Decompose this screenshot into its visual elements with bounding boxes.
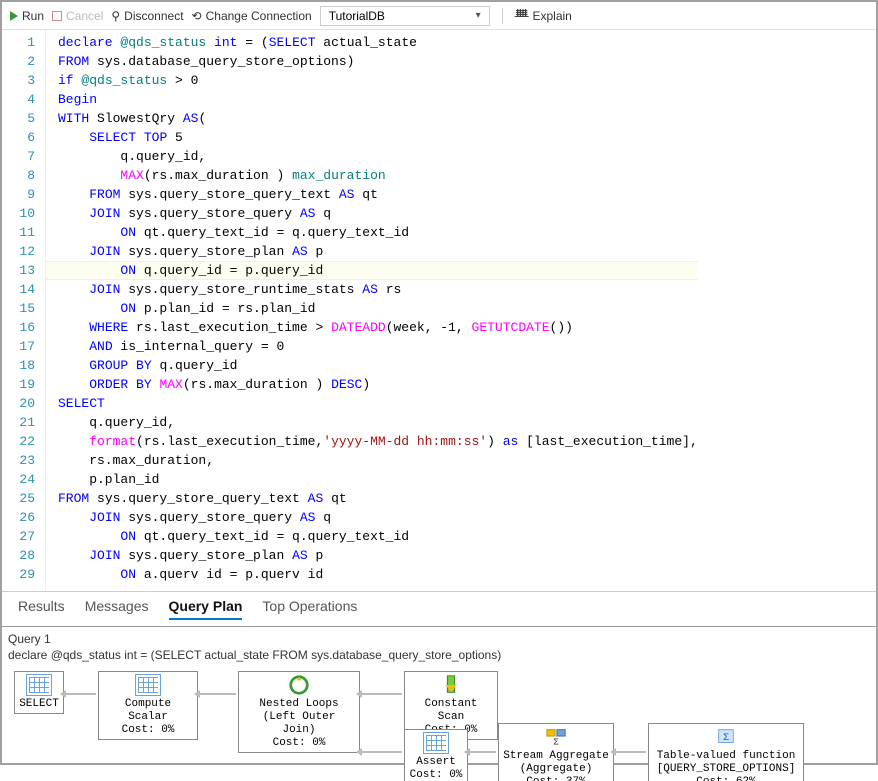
plan-node-assert[interactable]: Assert Cost: 0%	[404, 729, 468, 781]
nested-loops-icon	[286, 674, 312, 696]
code-line[interactable]: GROUP BY q.query_id	[58, 356, 698, 375]
code-line[interactable]: JOIN sys.query_store_runtime_stats AS rs	[58, 280, 698, 299]
code-line[interactable]: MAX(rs.max_duration ) max_duration	[58, 166, 698, 185]
database-select[interactable]: TutorialDB ▾	[320, 6, 490, 26]
plan-header: Query 1 declare @qds_status int = (SELEC…	[8, 631, 870, 663]
results-tabs: Results Messages Query Plan Top Operatio…	[2, 591, 876, 626]
plan-node-select[interactable]: SELECT	[14, 671, 64, 714]
plan-arrow	[200, 693, 236, 695]
change-connection-button[interactable]: ⟲Change Connection	[192, 9, 312, 23]
plan-node-nested-loops[interactable]: Nested Loops (Left Outer Join) Cost: 0%	[238, 671, 360, 753]
plan-arrow	[66, 693, 96, 695]
cancel-button: Cancel	[52, 9, 103, 23]
sql-editor[interactable]: 1234567891011121314151617181920212223242…	[2, 30, 876, 591]
code-line[interactable]: JOIN sys.query_store_plan AS p	[58, 242, 698, 261]
database-select-value: TutorialDB	[329, 9, 385, 23]
code-line[interactable]: ON q.query_id = p.query_id	[58, 261, 698, 280]
stop-icon	[52, 11, 62, 21]
plan-statement: declare @qds_status int = (SELECT actual…	[8, 647, 870, 663]
disconnect-icon: ⚲	[111, 9, 120, 23]
tab-messages[interactable]: Messages	[85, 598, 149, 620]
code-line[interactable]: SELECT	[58, 394, 698, 413]
plan-title: Query 1	[8, 631, 870, 647]
chevron-down-icon: ▾	[476, 10, 481, 21]
code-line[interactable]: FROM sys.query_store_query_text AS qt	[58, 185, 698, 204]
plan-node-stream-aggregate[interactable]: Σ Stream Aggregate (Aggregate) Cost: 37%	[498, 723, 614, 781]
compute-scalar-icon	[135, 674, 161, 696]
code-area[interactable]: declare @qds_status int = (SELECT actual…	[46, 30, 698, 591]
code-line[interactable]: ON p.plan_id = rs.plan_id	[58, 299, 698, 318]
change-icon: ⟲	[192, 9, 202, 23]
code-line[interactable]: ON qt.query_text_id = q.query_text_id	[58, 223, 698, 242]
tab-top-operations[interactable]: Top Operations	[262, 598, 357, 620]
run-button[interactable]: Run	[10, 9, 44, 23]
code-line[interactable]: WITH SlowestQry AS(	[58, 109, 698, 128]
select-icon	[26, 674, 52, 696]
code-line[interactable]: rs.max_duration,	[58, 451, 698, 470]
tab-query-plan[interactable]: Query Plan	[169, 598, 243, 620]
plan-arrow	[362, 751, 402, 753]
code-line[interactable]: q.query_id,	[58, 147, 698, 166]
constant-scan-icon	[438, 674, 464, 696]
code-line[interactable]: WHERE rs.last_execution_time > DATEADD(w…	[58, 318, 698, 337]
plan-node-compute-scalar[interactable]: Compute Scalar Cost: 0%	[98, 671, 198, 740]
query-plan-panel: Query 1 declare @qds_status int = (SELEC…	[2, 626, 876, 781]
explain-button[interactable]: ᚙExplain	[515, 9, 572, 23]
code-line[interactable]: q.query_id,	[58, 413, 698, 432]
code-line[interactable]: AND is_internal_query = 0	[58, 337, 698, 356]
toolbar: Run Cancel ⚲Disconnect ⟲Change Connectio…	[2, 2, 876, 30]
code-line[interactable]: format(rs.last_execution_time,'yyyy-MM-d…	[58, 432, 698, 451]
play-icon	[10, 11, 18, 21]
code-line[interactable]: SELECT TOP 5	[58, 128, 698, 147]
code-line[interactable]: JOIN sys.query_store_query AS q	[58, 508, 698, 527]
plan-node-tvf[interactable]: Σ Table-valued function [QUERY_STORE_OPT…	[648, 723, 804, 781]
code-line[interactable]: FROM sys.query_store_query_text AS qt	[58, 489, 698, 508]
stream-aggregate-icon: Σ	[543, 726, 569, 748]
code-line[interactable]: JOIN sys.query_store_plan AS p	[58, 546, 698, 565]
svg-text:Σ: Σ	[723, 733, 729, 744]
code-line[interactable]: ON qt.query_text_id = q.query_text_id	[58, 527, 698, 546]
code-line[interactable]: ORDER BY MAX(rs.max_duration ) DESC)	[58, 375, 698, 394]
line-gutter: 1234567891011121314151617181920212223242…	[2, 30, 46, 591]
separator	[502, 8, 503, 24]
tvf-icon: Σ	[713, 726, 739, 748]
code-line[interactable]: declare @qds_status int = (SELECT actual…	[58, 33, 698, 52]
code-line[interactable]: Begin	[58, 90, 698, 109]
code-line[interactable]: ON a.querv id = p.querv id	[58, 565, 698, 584]
disconnect-button[interactable]: ⚲Disconnect	[111, 9, 183, 23]
code-line[interactable]: JOIN sys.query_store_query AS q	[58, 204, 698, 223]
tab-results[interactable]: Results	[18, 598, 65, 620]
explain-icon: ᚙ	[515, 9, 529, 23]
plan-arrow	[616, 751, 646, 753]
code-line[interactable]: p.plan_id	[58, 470, 698, 489]
plan-arrow	[470, 751, 496, 753]
plan-arrow	[362, 693, 402, 695]
assert-icon	[423, 732, 449, 754]
code-line[interactable]: FROM sys.database_query_store_options)	[58, 52, 698, 71]
svg-text:Σ: Σ	[553, 736, 559, 747]
code-line[interactable]: if @qds_status > 0	[58, 71, 698, 90]
